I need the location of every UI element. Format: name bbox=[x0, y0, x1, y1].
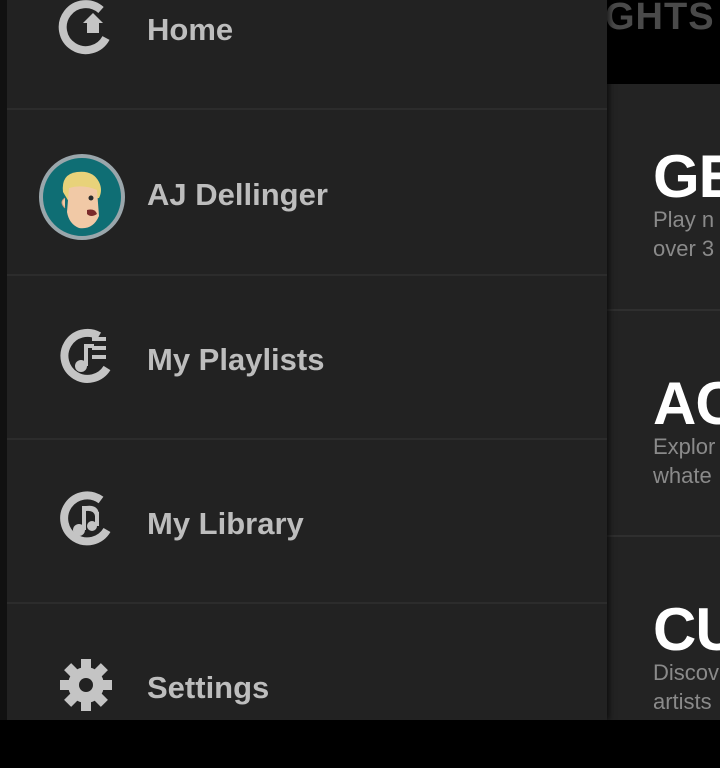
card-desc-line1: Discov bbox=[653, 660, 720, 685]
main-header: GHTS bbox=[607, 0, 720, 84]
card-desc-line1: Play n bbox=[653, 207, 715, 232]
card-desc-line2: whate bbox=[653, 463, 712, 488]
menu-item-label: Home bbox=[147, 12, 234, 47]
card-desc-line2: over 3 bbox=[653, 236, 715, 261]
menu-item-home[interactable]: Home bbox=[7, 0, 607, 110]
library-music-icon bbox=[47, 482, 127, 562]
main-header-title: GHTS bbox=[607, 0, 715, 38]
gear-icon bbox=[47, 646, 127, 726]
menu-item-my-library[interactable]: My Library bbox=[7, 440, 607, 604]
menu-item-label: My Library bbox=[147, 506, 304, 541]
card-desc-line2: artists bbox=[653, 689, 712, 714]
navigation-drawer: Home AJ Dellinger My Playlists My Librar… bbox=[0, 0, 607, 720]
menu-item-settings[interactable]: Settings bbox=[7, 604, 607, 768]
menu-item-my-playlists[interactable]: My Playlists bbox=[7, 276, 607, 440]
playlist-icon bbox=[47, 318, 127, 398]
card-desc-line1: Explor bbox=[653, 434, 716, 459]
feature-card[interactable]: CU Discov artists bbox=[607, 537, 720, 720]
menu-item-label: AJ Dellinger bbox=[147, 177, 328, 212]
menu-item-profile[interactable]: AJ Dellinger bbox=[7, 112, 607, 276]
feature-card[interactable]: AC Explor whate bbox=[607, 311, 720, 537]
card-title: AC bbox=[653, 370, 720, 437]
home-refresh-icon bbox=[47, 0, 127, 70]
card-title: GE bbox=[653, 143, 720, 210]
menu-item-label: My Playlists bbox=[147, 342, 325, 377]
main-content: GHTS GE Play n over 3 AC Explor whate CU… bbox=[607, 0, 720, 720]
avatar bbox=[39, 154, 125, 240]
feature-card[interactable]: GE Play n over 3 bbox=[607, 84, 720, 310]
card-title: CU bbox=[653, 596, 720, 663]
menu-item-label: Settings bbox=[147, 670, 270, 705]
